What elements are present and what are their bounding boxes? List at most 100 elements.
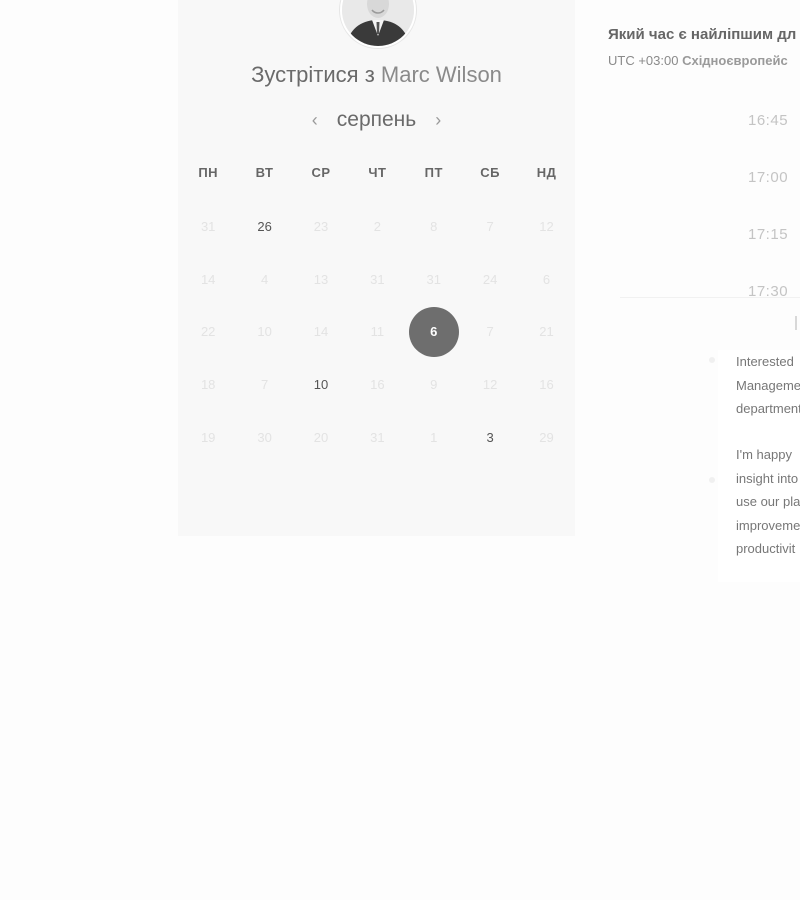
calendar-day-unavailable: 22 <box>180 306 236 359</box>
description-line: use our pla <box>736 494 800 509</box>
divider <box>620 297 800 298</box>
calendar-day-unavailable: 7 <box>236 358 292 411</box>
calendar-day-unavailable: 14 <box>293 306 349 359</box>
day-number: 23 <box>313 218 329 234</box>
time-slot[interactable]: 16:45 <box>720 92 800 149</box>
description-line: insight into <box>736 470 799 486</box>
day-number: 29 <box>539 429 554 445</box>
day-number: 14 <box>313 324 329 340</box>
calendar-day-unavailable: 21 <box>518 306 574 359</box>
calendar-day-unavailable: 7 <box>462 306 518 359</box>
calendar-day-unavailable: 12 <box>518 200 574 253</box>
weekday-label: НД <box>536 165 557 180</box>
day-number: 21 <box>539 324 554 340</box>
day-number: 4 <box>260 271 269 287</box>
weekday-label: СР <box>311 165 331 180</box>
description-line: Manageme <box>736 377 800 393</box>
calendar-day-unavailable: 16 <box>349 358 405 411</box>
calendar-day-unavailable: 18 <box>180 358 236 411</box>
timezone-offset: UTC +03:00 <box>608 53 679 68</box>
calendar-grid: 31 26 23 2 8 7 12 14 4 13 31 31 24 6 22 10 14 11 6 7 21 18 7 10… <box>180 200 574 464</box>
description-line: Interested <box>736 354 794 369</box>
day-number: 12 <box>539 218 554 234</box>
calendar-day-unavailable: 6 <box>518 253 574 306</box>
description-line: department <box>736 401 800 416</box>
calendar-day-unavailable: 16 <box>518 358 574 411</box>
day-number: 31 <box>200 218 216 234</box>
calendar-day-unavailable: 11 <box>349 306 405 359</box>
calendar-day-unavailable: 8 <box>406 200 462 253</box>
meeting-title: Зустрітися з Marc Wilson <box>178 62 575 88</box>
day-number: 31 <box>370 271 385 287</box>
month-navigation: ‹ серпень › <box>178 106 575 134</box>
day-number: 30 <box>257 429 272 445</box>
time-slot[interactable]: 17:15 <box>720 206 800 263</box>
day-number: 31 <box>426 271 441 287</box>
timezone-label[interactable]: UTC +03:00 Східноєвропейс <box>608 53 788 68</box>
day-number: 14 <box>200 271 216 287</box>
calendar-day-available[interactable]: 26 <box>236 200 292 253</box>
day-number: 13 <box>313 271 329 287</box>
weekday-label: ВТ <box>255 165 274 180</box>
calendar-day-available[interactable]: 3 <box>462 411 518 464</box>
chevron-left-icon[interactable]: ‹ <box>305 106 325 134</box>
day-number: 10 <box>313 377 329 393</box>
day-number: 6 <box>542 271 551 287</box>
weekday-label: ПТ <box>424 165 443 180</box>
calendar-day-unavailable: 20 <box>293 411 349 464</box>
host-name: Marc Wilson <box>380 62 502 87</box>
calendar-day-unavailable: 19 <box>180 411 236 464</box>
timezone-name: Східноєвропейс <box>682 53 788 68</box>
calendar-day-unavailable: 23 <box>293 200 349 253</box>
day-number: 22 <box>200 324 216 340</box>
day-number: 3 <box>486 429 494 445</box>
day-number: 7 <box>486 324 494 340</box>
day-number: 7 <box>260 377 269 393</box>
day-number: 31 <box>370 429 385 445</box>
day-number: 7 <box>486 218 494 234</box>
bullet-dot <box>709 477 715 483</box>
time-slot-list: 16:45 17:00 17:15 17:30 <box>720 92 800 320</box>
calendar-day-unavailable: 14 <box>180 253 236 306</box>
calendar-day-unavailable: 2 <box>349 200 405 253</box>
calendar-day-unavailable: 9 <box>406 358 462 411</box>
day-number: 10 <box>257 324 272 340</box>
weekday-label: СБ <box>480 165 501 180</box>
day-number: 20 <box>313 429 329 445</box>
calendar-day-unavailable: 10 <box>236 306 292 359</box>
time-slot[interactable]: 17:00 <box>720 149 800 206</box>
schedule-title: Який час є найліпшим дл <box>608 26 797 43</box>
calendar-day-selected[interactable]: 6 <box>406 306 462 359</box>
calendar-day-unavailable: 4 <box>236 253 292 306</box>
scroll-handle[interactable] <box>795 316 797 330</box>
description-line: I'm happy <box>736 447 792 462</box>
calendar-day-unavailable: 13 <box>293 253 349 306</box>
day-number: 16 <box>539 377 554 393</box>
chevron-right-icon[interactable]: › <box>428 106 448 134</box>
calendar-day-unavailable: 31 <box>180 200 236 253</box>
day-number: 6 <box>408 306 459 357</box>
calendar-day-unavailable: 1 <box>406 411 462 464</box>
calendar-day-unavailable: 29 <box>518 411 574 464</box>
bullet-dot <box>709 357 715 363</box>
calendar-day-unavailable: 7 <box>462 200 518 253</box>
event-description: Interested Manageme department I'm happy… <box>718 350 800 582</box>
day-number: 11 <box>370 324 385 340</box>
day-number: 1 <box>430 429 438 445</box>
description-line: productivit <box>736 541 796 556</box>
day-number: 9 <box>430 377 438 393</box>
calendar-day-unavailable: 12 <box>462 358 518 411</box>
day-number: 24 <box>482 271 498 287</box>
weekday-label: ПН <box>198 165 219 180</box>
calendar-day-available[interactable]: 10 <box>293 358 349 411</box>
description-line: improveme <box>736 517 800 533</box>
calendar-day-unavailable: 31 <box>349 253 405 306</box>
calendar-day-unavailable: 24 <box>462 253 518 306</box>
day-number: 18 <box>200 377 216 393</box>
day-number: 26 <box>257 218 272 234</box>
time-slot[interactable]: 17:30 <box>720 263 800 320</box>
day-number: 8 <box>430 218 438 234</box>
meet-prefix: Зустрітися з <box>251 62 375 87</box>
weekday-header: ПН ВТ СР ЧТ ПТ СБ НД <box>180 165 574 180</box>
day-number: 19 <box>200 429 216 445</box>
